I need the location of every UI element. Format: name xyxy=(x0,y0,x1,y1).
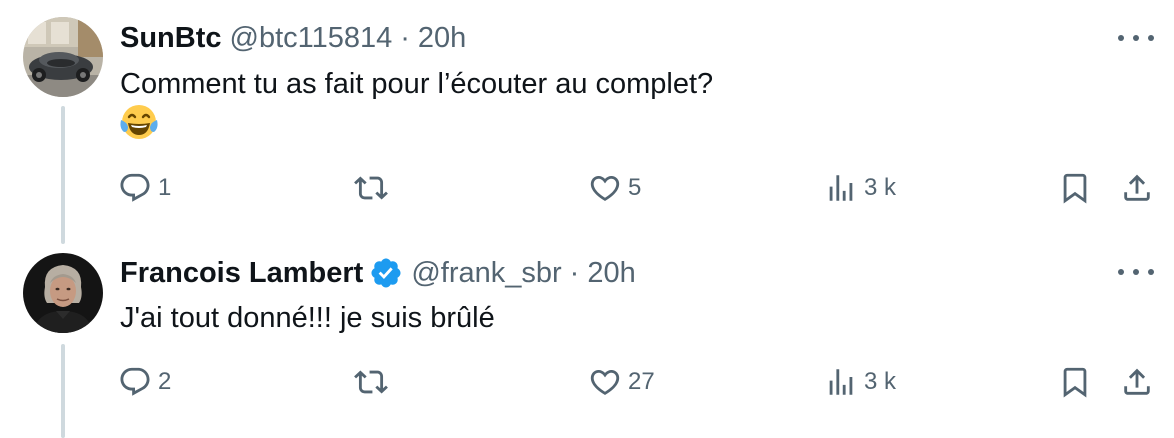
reply-button[interactable]: 2 xyxy=(118,362,171,402)
reply-count: 2 xyxy=(158,368,172,395)
like-count: 27 xyxy=(628,368,655,395)
bookmark-icon xyxy=(1063,367,1087,398)
tweet-francois-lambert[interactable]: Francois Lambert @frank_sbr · 20h J'ai t… xyxy=(0,0,1174,438)
user-handle[interactable]: @frank_sbr xyxy=(411,257,561,290)
more-options-icon[interactable] xyxy=(1118,262,1154,282)
timestamp[interactable]: 20h xyxy=(587,257,635,290)
heart-icon xyxy=(590,369,620,395)
tweet-header: Francois Lambert @frank_sbr · 20h xyxy=(120,253,636,293)
reply-icon xyxy=(120,367,150,396)
like-button[interactable]: 27 xyxy=(588,362,655,402)
bookmark-button[interactable] xyxy=(1058,362,1092,402)
avatar-francois-lambert[interactable] xyxy=(23,253,103,333)
share-button[interactable] xyxy=(1120,362,1154,402)
views-icon xyxy=(829,369,853,395)
view-count: 3 k xyxy=(864,368,897,395)
display-name[interactable]: Francois Lambert xyxy=(120,257,363,290)
retweet-icon xyxy=(354,370,388,394)
share-icon xyxy=(1124,368,1150,395)
tweet-text: J'ai tout donné!!! je suis brûlé xyxy=(120,302,495,334)
tweet-actions: 2 27 3 k xyxy=(0,362,1174,402)
views-button[interactable]: 3 k xyxy=(824,362,896,402)
verified-badge-icon xyxy=(371,258,401,288)
separator-dot: · xyxy=(569,256,580,289)
retweet-button[interactable] xyxy=(354,362,394,402)
